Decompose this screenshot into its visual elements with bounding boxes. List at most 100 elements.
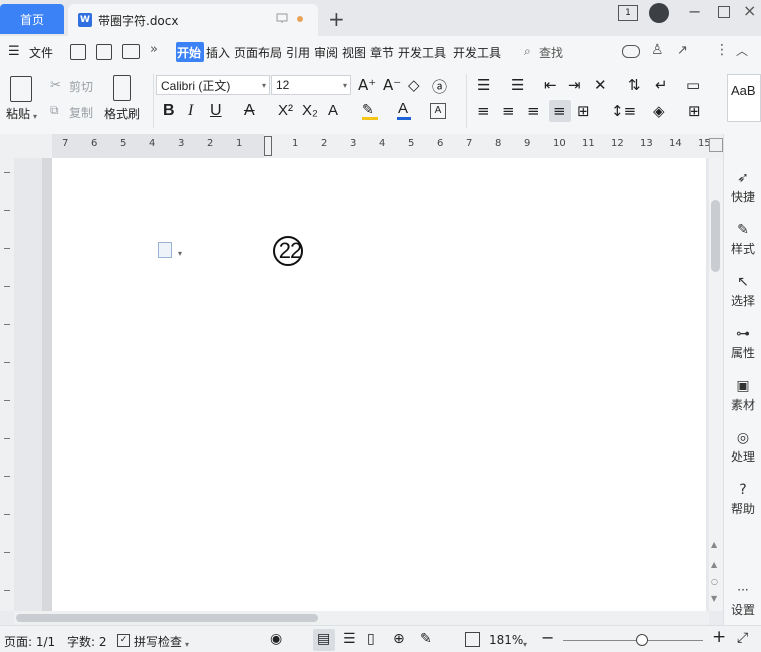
save-icon[interactable]: [70, 44, 86, 60]
paste-button[interactable]: 粘贴: [6, 105, 30, 122]
menu-tab-home[interactable]: 开始: [177, 44, 201, 61]
vertical-scroll-thumb[interactable]: [711, 200, 720, 272]
paste-options-chevron-icon[interactable]: ▾: [178, 245, 182, 259]
collapse-ribbon-icon[interactable]: ︿: [736, 42, 748, 59]
format-painter-icon[interactable]: [113, 75, 131, 101]
format-painter-button[interactable]: 格式刷: [104, 105, 140, 122]
share-user-icon[interactable]: ♙: [651, 42, 664, 58]
word-count[interactable]: 字数: 2: [67, 633, 107, 650]
bold-icon[interactable]: B: [163, 102, 175, 120]
menu-tab-references[interactable]: 引用: [286, 44, 310, 61]
font-color-icon[interactable]: A: [398, 100, 408, 117]
more-options-icon[interactable]: ⋮: [715, 42, 729, 58]
show-marks-icon[interactable]: ↵: [655, 76, 668, 94]
decrease-indent-icon[interactable]: ⇤: [544, 76, 557, 94]
enclosed-character-text[interactable]: 22: [274, 238, 306, 264]
avatar[interactable]: [649, 3, 669, 23]
scroll-up-icon[interactable]: ▲: [711, 540, 717, 549]
hamburger-icon[interactable]: ☰: [8, 44, 20, 59]
chinese-layout-icon[interactable]: ✕: [594, 76, 607, 94]
page-indicator[interactable]: 页面: 1/1: [4, 633, 55, 650]
align-left-icon[interactable]: ≡: [477, 102, 490, 120]
sidebar-item-process[interactable]: ◎ 处理: [724, 430, 761, 465]
align-center-icon[interactable]: ≡: [502, 102, 515, 120]
paste-dropdown-chevron-icon[interactable]: ▾: [33, 108, 37, 122]
sidebar-item-settings[interactable]: ··· 设置: [724, 583, 761, 618]
menu-tab-page-layout[interactable]: 页面布局: [234, 44, 282, 61]
subscript-icon[interactable]: X₂: [302, 102, 318, 119]
reading-view-icon[interactable]: ▯: [367, 631, 375, 647]
zoom-in-icon[interactable]: +: [712, 627, 726, 647]
menu-tab-developer[interactable]: 开发工具: [398, 44, 446, 61]
font-size-select[interactable]: 12 ▾: [271, 75, 351, 95]
tab-home[interactable]: 首页: [0, 4, 64, 34]
cloud-icon[interactable]: [622, 45, 640, 58]
select-browse-icon[interactable]: ○: [711, 577, 718, 586]
zoom-slider-track[interactable]: [563, 640, 703, 641]
sidebar-item-select[interactable]: ↖ 选择: [724, 274, 761, 309]
search-label[interactable]: 查找: [539, 44, 563, 61]
spell-check-icon[interactable]: ✓: [117, 634, 130, 647]
sidebar-item-styles[interactable]: ✎ 样式: [724, 222, 761, 257]
menu-tab-section[interactable]: 章节: [370, 44, 394, 61]
more-chevrons-icon[interactable]: »: [150, 42, 158, 57]
eye-protect-icon[interactable]: ◉: [270, 631, 282, 647]
chevron-down-icon[interactable]: ▾: [523, 640, 527, 649]
paste-icon[interactable]: [10, 76, 32, 102]
phonetic-guide-icon[interactable]: ⓐ: [432, 76, 447, 97]
zoom-out-icon[interactable]: −: [541, 628, 554, 647]
borders-icon[interactable]: ⊞: [688, 102, 701, 120]
sidebar-item-properties[interactable]: ⊶ 属性: [724, 326, 761, 361]
next-page-icon[interactable]: ▼: [711, 594, 717, 603]
search-icon[interactable]: ⌕: [524, 44, 531, 59]
sort-icon[interactable]: ⇅: [628, 76, 641, 94]
bullet-list-icon[interactable]: ☰: [477, 76, 490, 94]
underline-icon[interactable]: U: [210, 102, 222, 120]
indent-marker[interactable]: [264, 136, 272, 156]
superscript-icon[interactable]: X²: [278, 102, 293, 119]
paste-options-icon[interactable]: [158, 242, 172, 258]
outline-view-icon[interactable]: ☰: [343, 631, 356, 647]
chevron-down-icon[interactable]: ▾: [185, 640, 189, 649]
menu-tab-developer-2[interactable]: 开发工具: [453, 44, 501, 61]
maximize-icon[interactable]: [718, 6, 730, 18]
prev-page-icon[interactable]: ▲: [711, 560, 717, 569]
increase-indent-icon[interactable]: ⇥: [568, 76, 581, 94]
menu-tab-review[interactable]: 审阅: [314, 44, 338, 61]
highlight-icon[interactable]: ✎: [362, 102, 374, 118]
cut-button[interactable]: 剪切: [69, 78, 93, 95]
monitor-icon[interactable]: [276, 13, 288, 24]
new-tab-plus-icon[interactable]: +: [328, 7, 345, 31]
styles-gallery[interactable]: AaB: [727, 74, 761, 122]
window-count-badge[interactable]: 1: [618, 5, 638, 21]
copy-button[interactable]: 复制: [69, 104, 93, 121]
export-icon[interactable]: [96, 44, 112, 60]
minimize-icon[interactable]: −: [688, 2, 701, 21]
line-spacing-icon[interactable]: ↕≡: [611, 102, 636, 120]
menu-tab-insert[interactable]: 插入: [206, 44, 230, 61]
fit-page-icon[interactable]: [465, 632, 480, 647]
text-effects-icon[interactable]: A: [328, 102, 338, 119]
clear-format-eraser-icon[interactable]: ◇: [408, 76, 420, 94]
ruler-toggle-icon[interactable]: [709, 138, 723, 152]
justify-icon[interactable]: ≡: [553, 102, 566, 120]
shrink-font-icon[interactable]: A⁻: [383, 76, 401, 94]
horizontal-scroll-thumb[interactable]: [16, 614, 318, 622]
sidebar-item-quick[interactable]: ➶ 快捷: [724, 170, 761, 205]
zoom-level[interactable]: 181%: [489, 633, 523, 647]
shading-icon[interactable]: ◈: [653, 102, 665, 120]
fullscreen-icon[interactable]: ⤢: [737, 630, 748, 646]
numbered-list-icon[interactable]: ☰: [511, 76, 524, 94]
grow-font-icon[interactable]: A⁺: [358, 76, 376, 94]
write-mode-icon[interactable]: ✎: [420, 631, 432, 647]
share-icon[interactable]: ↗: [677, 43, 688, 58]
italic-icon[interactable]: I: [188, 102, 193, 120]
sidebar-item-help[interactable]: ? 帮助: [724, 482, 761, 517]
spell-check-button[interactable]: 拼写检查: [134, 633, 182, 650]
sidebar-item-materials[interactable]: ▣ 素材: [724, 378, 761, 413]
document-page[interactable]: [52, 158, 706, 611]
file-menu[interactable]: 文件: [29, 44, 53, 61]
print-icon[interactable]: [122, 44, 140, 59]
page-view-icon[interactable]: ▤: [317, 631, 330, 647]
font-name-select[interactable]: Calibri (正文) ▾: [156, 75, 270, 95]
